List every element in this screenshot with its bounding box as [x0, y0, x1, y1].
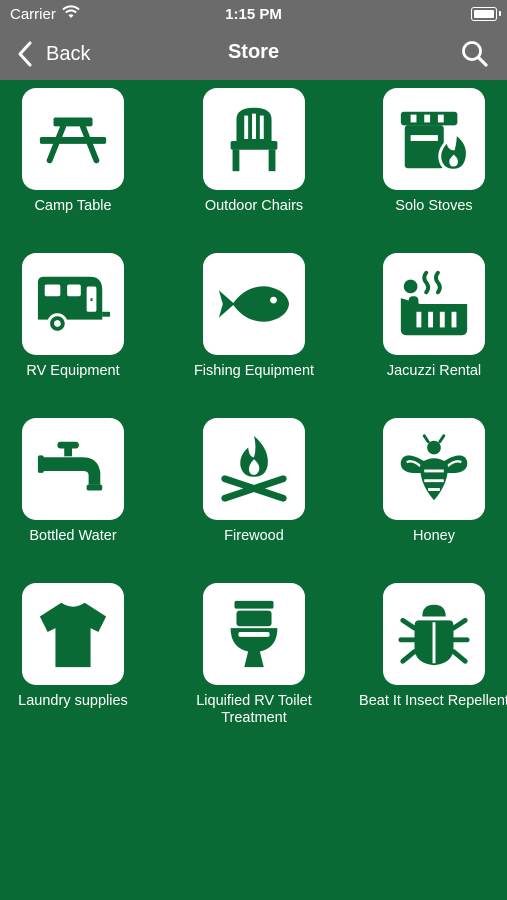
item-tile [203, 418, 305, 520]
toilet-icon [230, 600, 278, 668]
item-label: Camp Table [34, 198, 112, 214]
item-tile [383, 88, 485, 190]
chair-icon [230, 107, 278, 172]
item-label: Bottled Water [29, 528, 117, 544]
store-item-honey[interactable]: Honey [344, 410, 507, 545]
hot-tub-icon [400, 270, 468, 336]
store-item-firewood[interactable]: Firewood [164, 410, 344, 545]
rv-trailer-icon [37, 276, 111, 334]
status-bar: Carrier 1:15 PM [0, 0, 507, 30]
item-label: Solo Stoves [395, 198, 473, 214]
clock: 1:15 PM [225, 6, 282, 23]
store-item-bottled-water[interactable]: Bottled Water [0, 410, 163, 545]
store-item-fishing-equipment[interactable]: Fishing Equipment [164, 245, 344, 380]
item-tile [383, 418, 485, 520]
item-label: Laundry supplies [18, 693, 128, 709]
item-tile [22, 418, 124, 520]
tshirt-icon [39, 602, 107, 668]
item-tile [22, 583, 124, 685]
item-label: Firewood [224, 528, 284, 544]
faucet-icon [37, 441, 103, 491]
picnic-table-icon [39, 117, 107, 164]
store-item-laundry-supplies[interactable]: Laundry supplies [0, 575, 163, 710]
store-item-beat-it-insect-repellent[interactable]: Beat It Insect Repellent [344, 575, 507, 710]
bee-icon [400, 434, 468, 501]
fish-icon [218, 286, 290, 322]
item-tile [22, 88, 124, 190]
item-label: Jacuzzi Rental [386, 363, 482, 379]
store-item-rv-equipment[interactable]: RV Equipment [0, 245, 163, 380]
search-icon[interactable] [459, 38, 491, 70]
item-label: Fishing Equipment [193, 363, 315, 379]
item-tile [22, 253, 124, 355]
item-tile [383, 583, 485, 685]
campfire-icon [221, 435, 287, 502]
bug-icon [398, 604, 470, 666]
item-label: Liquified RV Toilet Treatment [196, 693, 312, 726]
stove-fire-icon [400, 111, 469, 172]
item-label: RV Equipment [26, 363, 120, 379]
item-label: Honey [413, 528, 455, 544]
navigation-bar: Carrier 1:15 PM Back Store [0, 0, 507, 80]
store-item-solo-stoves[interactable]: Solo Stoves [344, 80, 507, 215]
item-label: Beat It Insect Repellent [359, 693, 507, 709]
battery-icon [471, 7, 501, 21]
page-title: Store [227, 41, 280, 63]
item-tile [203, 253, 305, 355]
item-tile [203, 583, 305, 685]
store-item-outdoor-chairs[interactable]: Outdoor Chairs [164, 80, 344, 215]
store-item-camp-table[interactable]: Camp Table [0, 80, 163, 215]
store-item-jacuzzi-rental[interactable]: Jacuzzi Rental [344, 245, 507, 380]
item-tile [203, 88, 305, 190]
item-tile [383, 253, 485, 355]
item-label: Outdoor Chairs [204, 198, 304, 214]
store-item-liquified-rv-toilet-treatment[interactable]: Liquified RV Toilet Treatment [164, 575, 344, 727]
